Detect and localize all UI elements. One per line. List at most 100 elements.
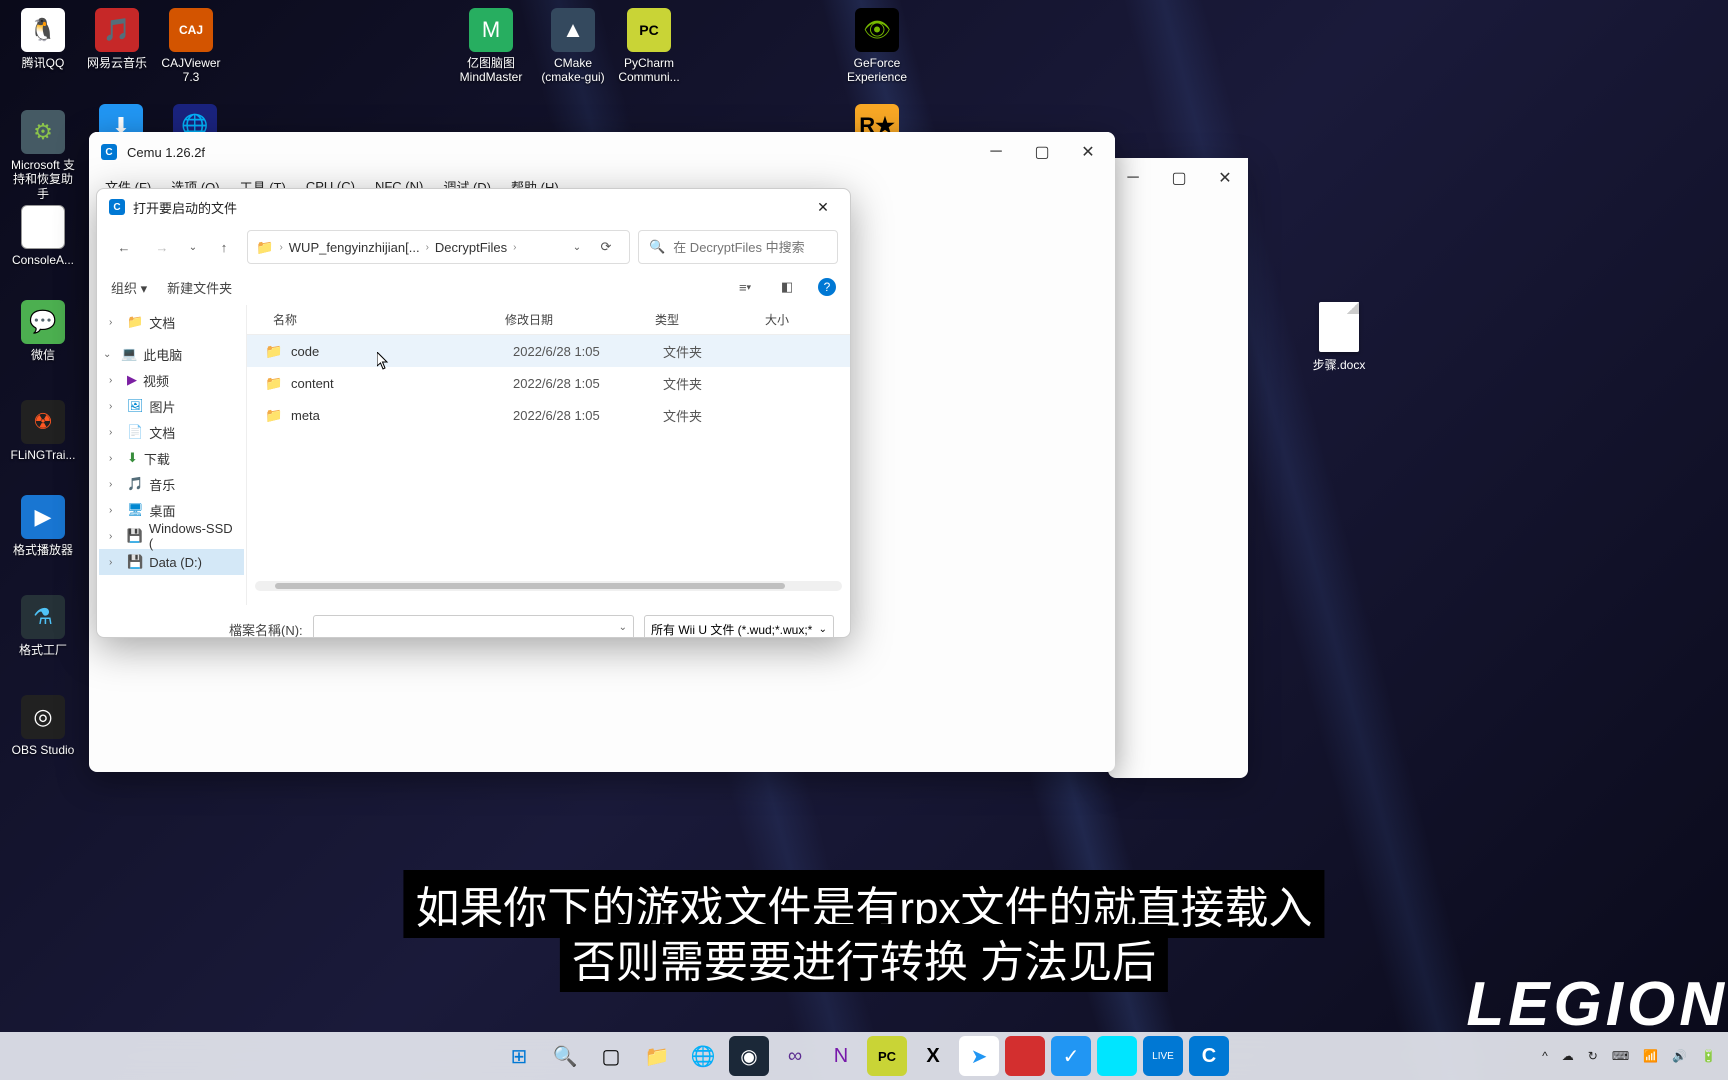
tray-sync-icon[interactable]: ↻ <box>1588 1049 1598 1063</box>
scrollbar-thumb[interactable] <box>275 583 785 589</box>
dialog-body: ›📁文档 ⌄💻此电脑 ›▶视频 ›🖼图片 ›📄文档 ›⬇下载 ›🎵音乐 ›🖥桌面… <box>97 305 850 605</box>
desktop-icon-geforce[interactable]: 👁GeForce Experience <box>842 8 912 85</box>
tree-item-thispc[interactable]: ⌄💻此电脑 <box>99 341 244 367</box>
folder-icon: 📁 <box>265 343 283 360</box>
app-arrow-button[interactable]: ➤ <box>959 1036 999 1076</box>
app-x-button[interactable]: X <box>913 1036 953 1076</box>
column-name[interactable]: 名称 <box>255 311 505 328</box>
horizontal-scrollbar[interactable] <box>255 581 842 591</box>
explorer-button[interactable]: 📁 <box>637 1036 677 1076</box>
onenote-button[interactable]: N <box>821 1036 861 1076</box>
tree-item[interactable]: ›💾Windows-SSD ( <box>99 523 244 549</box>
dialog-title-text: 打开要启动的文件 <box>133 198 237 217</box>
file-list: 名称 修改日期 类型 大小 📁 code 2022/6/28 1:05 文件夹 … <box>247 305 850 605</box>
chevron-down-icon: ⌄ <box>819 624 827 635</box>
desktop-file-docx[interactable]: 步骤.docx <box>1304 302 1374 373</box>
desktop-icon-ms-support[interactable]: ⚙Microsoft 支持和恢复助手 <box>8 110 78 201</box>
folder-icon: 📁 <box>265 375 283 392</box>
app-red-button[interactable] <box>1005 1036 1045 1076</box>
search-button[interactable]: 🔍 <box>545 1036 585 1076</box>
up-button[interactable]: ↑ <box>209 232 239 262</box>
desktop-icon-player[interactable]: ▶格式播放器 <box>8 495 78 557</box>
tree-item[interactable]: ›🖼图片 <box>99 393 244 419</box>
forward-button[interactable]: → <box>147 232 177 262</box>
steam-button[interactable]: ◉ <box>729 1036 769 1076</box>
dialog-icon: C <box>109 199 125 215</box>
tree-item[interactable]: ›🖥桌面 <box>99 497 244 523</box>
maximize-button[interactable]: ▢ <box>1019 132 1065 172</box>
cemu-taskbar-button[interactable]: C <box>1189 1036 1229 1076</box>
tray-battery-icon[interactable]: 🔋 <box>1701 1049 1716 1063</box>
new-folder-button[interactable]: 新建文件夹 <box>167 278 232 297</box>
tray-cloud-icon[interactable]: ☁ <box>1562 1049 1574 1063</box>
close-button[interactable]: ✕ <box>1202 158 1248 198</box>
breadcrumb[interactable]: 📁 › WUP_fengyinzhijian[... › DecryptFile… <box>247 230 630 264</box>
minimize-button[interactable]: ─ <box>1110 158 1156 198</box>
image-icon: 🖼 <box>127 398 144 414</box>
tree-item[interactable]: ›⬇下载 <box>99 445 244 471</box>
close-button[interactable]: ✕ <box>804 192 842 222</box>
cemu-titlebar[interactable]: C Cemu 1.26.2f ─ ▢ ✕ <box>89 132 1115 172</box>
desktop-icon-mindmaster[interactable]: M亿图脑图 MindMaster <box>456 8 526 85</box>
desktop-icon-netease[interactable]: 🎵网易云音乐 <box>82 8 152 70</box>
cemu-title: Cemu 1.26.2f <box>127 145 973 160</box>
drive-icon: 💾 <box>127 554 143 570</box>
breadcrumb-segment[interactable]: DecryptFiles <box>435 240 507 255</box>
filetype-select[interactable]: 所有 Wii U 文件 (*.wud;*.wux;* ⌄ <box>644 615 834 638</box>
back-button[interactable]: ← <box>109 232 139 262</box>
breadcrumb-segment[interactable]: WUP_fengyinzhijian[... <box>289 240 420 255</box>
app-live-button[interactable]: LIVE <box>1143 1036 1183 1076</box>
search-input[interactable] <box>673 240 849 255</box>
desktop-icon-obs[interactable]: ◎OBS Studio <box>8 695 78 757</box>
tray-chevron-icon[interactable]: ^ <box>1542 1049 1548 1063</box>
chevron-icon: › <box>109 317 121 328</box>
tree-item[interactable]: ›🎵音乐 <box>99 471 244 497</box>
desktop-icon-qq[interactable]: 🐧腾讯QQ <box>8 8 78 70</box>
column-type[interactable]: 类型 <box>655 311 765 328</box>
chevron-icon: › <box>109 557 121 568</box>
desktop-icon-consolea[interactable]: ▢ConsoleA... <box>8 205 78 267</box>
file-row-content[interactable]: 📁 content 2022/6/28 1:05 文件夹 <box>247 367 850 399</box>
refresh-button[interactable]: ⟳ <box>591 232 621 262</box>
tray-wifi-icon[interactable]: 📶 <box>1643 1049 1658 1063</box>
list-header: 名称 修改日期 类型 大小 <box>247 305 850 335</box>
desktop-icon-wechat[interactable]: 💬微信 <box>8 300 78 362</box>
filename-input[interactable]: ⌄ <box>313 615 634 638</box>
pycharm-button[interactable]: PC <box>867 1036 907 1076</box>
preview-pane-icon[interactable]: ◧ <box>776 276 798 298</box>
app-blue-button[interactable]: ✓ <box>1051 1036 1091 1076</box>
video-icon: ▶ <box>127 372 137 388</box>
minimize-button[interactable]: ─ <box>973 132 1019 172</box>
tree-item[interactable]: ›▶视频 <box>99 367 244 393</box>
maximize-button[interactable]: ▢ <box>1156 158 1202 198</box>
organize-button[interactable]: 组织 ▾ <box>111 278 147 297</box>
desktop-icon-cmake[interactable]: ▲CMake (cmake-gui) <box>538 8 608 85</box>
edge-button[interactable]: 🌐 <box>683 1036 723 1076</box>
desktop-icon-pycharm[interactable]: PCPyCharm Communi... <box>614 8 684 85</box>
tray-volume-icon[interactable]: 🔊 <box>1672 1049 1687 1063</box>
vs-button[interactable]: ∞ <box>775 1036 815 1076</box>
task-view-button[interactable]: ▢ <box>591 1036 631 1076</box>
dialog-titlebar[interactable]: C 打开要启动的文件 ✕ <box>97 189 850 225</box>
dropdown-icon[interactable]: ⌄ <box>569 232 585 262</box>
app-neon-button[interactable] <box>1097 1036 1137 1076</box>
tray-lang-icon[interactable]: ⌨ <box>1612 1049 1629 1063</box>
desktop-icon-caj[interactable]: CAJCAJViewer 7.3 <box>156 8 226 85</box>
file-row-code[interactable]: 📁 code 2022/6/28 1:05 文件夹 <box>247 335 850 367</box>
tree-item[interactable]: ›📄文档 <box>99 419 244 445</box>
tree-item-data-d[interactable]: ›💾Data (D:) <box>99 549 244 575</box>
close-button[interactable]: ✕ <box>1065 132 1111 172</box>
music-icon: 🎵 <box>127 476 143 492</box>
folder-tree: ›📁文档 ⌄💻此电脑 ›▶视频 ›🖼图片 ›📄文档 ›⬇下载 ›🎵音乐 ›🖥桌面… <box>97 305 247 605</box>
dropdown-button[interactable]: ⌄ <box>185 232 201 262</box>
file-row-meta[interactable]: 📁 meta 2022/6/28 1:05 文件夹 <box>247 399 850 431</box>
view-list-icon[interactable]: ≡ ▾ <box>734 276 756 298</box>
tree-item[interactable]: ›📁文档 <box>99 309 244 335</box>
help-icon[interactable]: ? <box>818 278 836 296</box>
desktop-icon-fling[interactable]: ☢FLiNGTrai... <box>8 400 78 462</box>
column-size[interactable]: 大小 <box>765 311 825 328</box>
search-box[interactable]: 🔍 <box>638 230 838 264</box>
column-date[interactable]: 修改日期 <box>505 311 655 328</box>
start-button[interactable]: ⊞ <box>499 1036 539 1076</box>
desktop-icon-factory[interactable]: ⚗格式工厂 <box>8 595 78 657</box>
